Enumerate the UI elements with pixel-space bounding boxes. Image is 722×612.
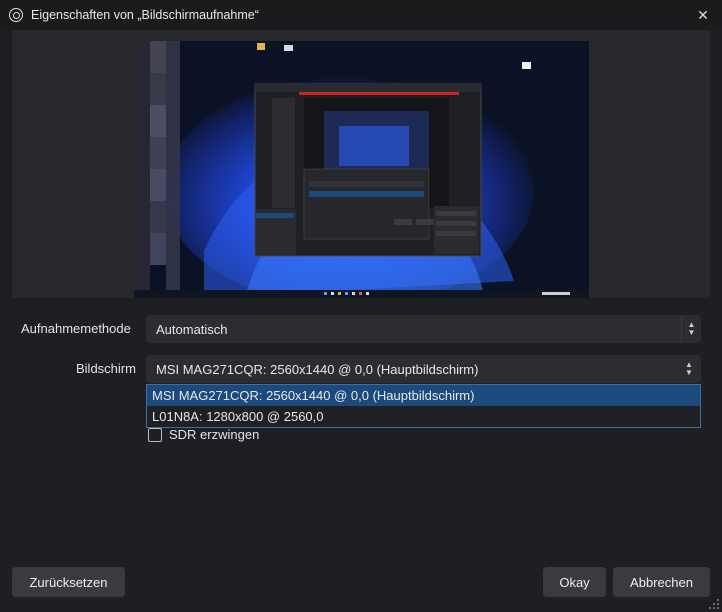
updown-chevron-icon[interactable]: ▲ ▼ [683,359,695,379]
display-value: MSI MAG271CQR: 2560x1440 @ 0,0 (Hauptbil… [156,361,479,377]
force-sdr-checkbox[interactable] [148,427,162,442]
reset-button[interactable]: Zurücksetzen [12,567,125,597]
window-title: Eigenschaften von „Bildschirmaufnahme“ [31,8,259,22]
resize-grip-icon[interactable] [709,599,719,609]
capture-method-value: Automatisch [156,321,228,337]
ok-button[interactable]: Okay [543,567,606,597]
screen-preview [134,41,589,298]
dropdown-option[interactable]: L01N8A: 1280x800 @ 2560,0 [147,406,700,427]
display-select[interactable]: MSI MAG271CQR: 2560x1440 @ 0,0 (Hauptbil… [146,355,701,383]
force-sdr-label: SDR erzwingen [169,427,260,442]
capture-method-select[interactable]: Automatisch ▲ ▼ [146,315,701,343]
display-label: Bildschirm [76,361,136,376]
display-dropdown-list: MSI MAG271CQR: 2560x1440 @ 0,0 (Hauptbil… [146,384,701,428]
capture-method-label: Aufnahmemethode [21,321,131,336]
spin-arrows-icon[interactable]: ▲ ▼ [681,315,701,343]
title-bar: Eigenschaften von „Bildschirmaufnahme“ ✕ [0,0,722,30]
desktop-thumbnail [134,41,589,298]
close-button[interactable]: ✕ [692,4,714,26]
cancel-button[interactable]: Abbrechen [613,567,710,597]
dropdown-option[interactable]: MSI MAG271CQR: 2560x1440 @ 0,0 (Hauptbil… [147,385,700,406]
force-sdr-row[interactable]: SDR erzwingen [148,427,259,442]
obs-logo-icon [9,8,23,22]
